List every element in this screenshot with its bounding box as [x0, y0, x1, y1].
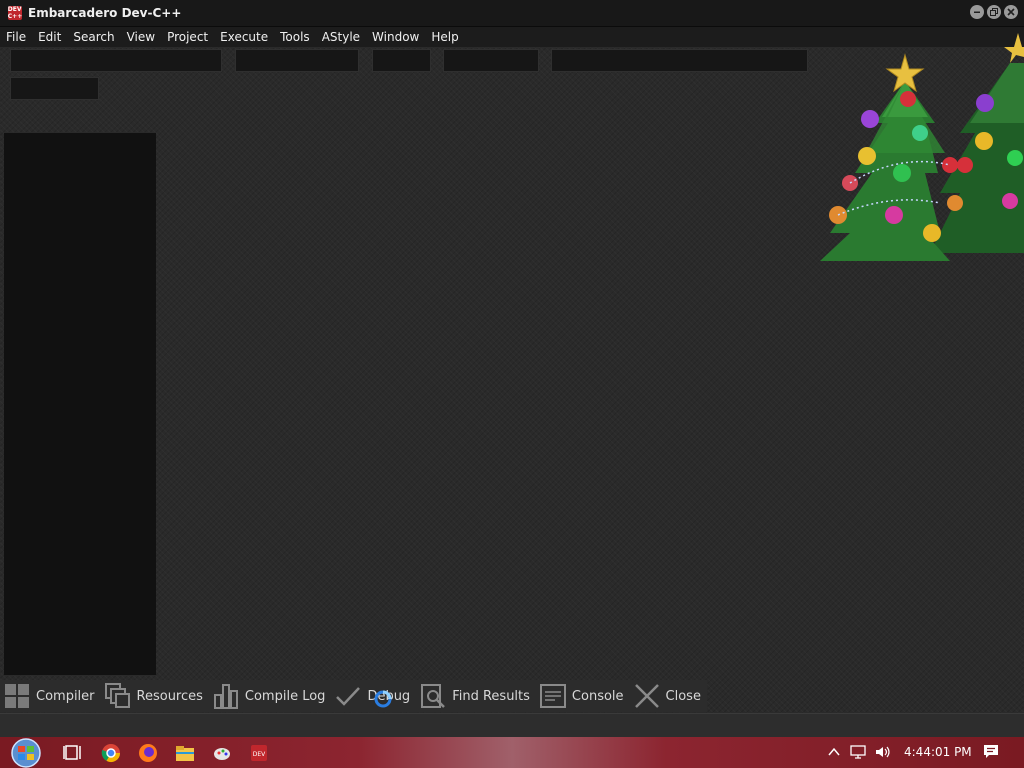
paint-icon[interactable] — [211, 742, 233, 764]
devcpp-icon[interactable]: DEV — [248, 742, 270, 764]
tab-find-results-label: Find Results — [452, 688, 530, 704]
network-icon[interactable] — [850, 745, 868, 759]
chrome-icon[interactable] — [100, 742, 122, 764]
menu-search[interactable]: Search — [67, 27, 120, 47]
check-icon — [336, 687, 361, 706]
christmas-tree-icon — [820, 33, 1024, 261]
minimize-button[interactable] — [970, 5, 984, 19]
start-orb-icon[interactable] — [8, 738, 44, 768]
taskbar-clock[interactable]: 4:44:01 PM — [904, 745, 972, 759]
toolbar-slot-3[interactable] — [372, 49, 431, 72]
menu-execute[interactable]: Execute — [214, 27, 274, 47]
volume-icon[interactable] — [874, 745, 892, 759]
tab-compile-log-label: Compile Log — [244, 688, 326, 704]
console-icon — [539, 684, 566, 708]
toolbar-slot-6[interactable] — [10, 77, 99, 100]
minimize-icon — [974, 11, 980, 13]
close-icon — [634, 684, 659, 708]
window-title: Embarcadero Dev-C++ — [28, 6, 182, 20]
close-window-button[interactable] — [1004, 5, 1018, 19]
menu-help[interactable]: Help — [425, 27, 464, 47]
toolbar-slot-4[interactable] — [443, 49, 539, 72]
toolbar-slot-2[interactable] — [235, 49, 359, 72]
tab-compile-log[interactable]: Compile Log — [209, 680, 332, 712]
menu-file[interactable]: File — [0, 27, 32, 47]
busy-cursor-icon — [374, 690, 392, 708]
tab-find-results[interactable]: Find Results — [416, 680, 536, 712]
file-explorer-icon[interactable] — [174, 742, 196, 764]
project-browser-panel[interactable] — [4, 133, 156, 675]
notification-icon[interactable] — [983, 744, 999, 760]
menu-edit[interactable]: Edit — [32, 27, 67, 47]
tab-compiler[interactable]: Compiler — [0, 680, 101, 712]
tab-close-label: Close — [665, 688, 701, 704]
task-view-icon[interactable] — [62, 742, 84, 764]
bottom-panel-tabs: Compiler Resources Compile Log Debug Fin… — [0, 680, 707, 712]
devcpp-app-icon[interactable]: DEV C++ — [8, 6, 22, 20]
toolbar-slot-5[interactable] — [551, 49, 808, 72]
close-window-icon — [1007, 8, 1015, 16]
tab-resources-label: Resources — [136, 688, 203, 704]
menu-tools[interactable]: Tools — [274, 27, 316, 47]
svg-text:DEV: DEV — [253, 751, 266, 758]
tab-console[interactable]: Console — [536, 680, 630, 712]
restore-icon — [990, 8, 998, 16]
grid-icon — [5, 684, 29, 708]
resources-icon — [104, 683, 130, 708]
find-icon — [421, 684, 446, 708]
restore-button[interactable] — [987, 5, 1001, 19]
menu-astyle[interactable]: AStyle — [316, 27, 366, 47]
chevron-up-icon[interactable] — [828, 747, 840, 757]
menu-project[interactable]: Project — [161, 27, 214, 47]
tab-console-label: Console — [571, 688, 624, 704]
title-bar: DEV C++ Embarcadero Dev-C++ — [0, 0, 1024, 27]
toolbar-slot-1[interactable] — [10, 49, 222, 72]
status-bar — [0, 713, 1024, 738]
tab-debug[interactable]: Debug — [331, 680, 416, 712]
bar-chart-icon — [213, 684, 238, 709]
menu-window[interactable]: Window — [366, 27, 425, 47]
tab-compiler-label: Compiler — [36, 688, 95, 704]
tab-close[interactable]: Close — [630, 680, 707, 712]
tab-resources[interactable]: Resources — [101, 680, 209, 712]
menu-view[interactable]: View — [121, 27, 161, 47]
firefox-icon[interactable] — [137, 742, 159, 764]
workspace — [0, 33, 1024, 713]
taskbar: DEV 4:44:01 PM — [0, 737, 1024, 768]
